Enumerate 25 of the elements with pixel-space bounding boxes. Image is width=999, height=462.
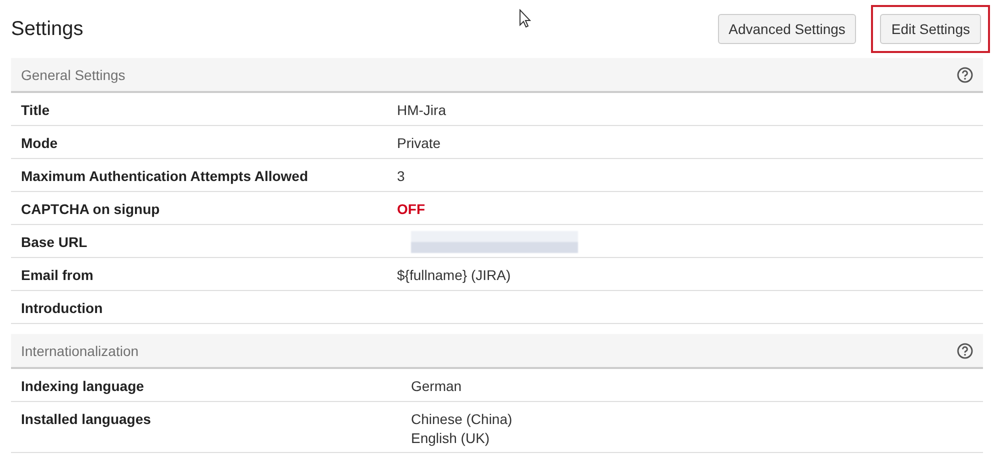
setting-label: Title (21, 102, 51, 118)
setting-value: Private (397, 135, 441, 151)
status-value: OFF (397, 201, 425, 217)
section-title: Internationalization (21, 342, 139, 358)
setting-value: ${fullname} (JIRA) (397, 267, 511, 283)
page-title: Settings (11, 18, 84, 40)
setting-label: CAPTCHA on signup (21, 201, 161, 217)
setting-label: Indexing language (21, 378, 145, 394)
setting-label: Mode (21, 135, 59, 151)
language-item: Chinese (China) (411, 411, 514, 427)
language-item: English (UK) (411, 430, 491, 446)
setting-value: HM-Jira (397, 102, 446, 118)
cursor-icon (519, 9, 531, 28)
setting-value: German (410, 378, 462, 394)
settings-button[interactable]: Edit Settings (880, 14, 981, 44)
setting-label: Installed languages (21, 411, 152, 427)
setting-label: Base URL (21, 234, 88, 250)
settings-button[interactable]: Advanced Settings (718, 14, 856, 44)
section-title: General Settings (21, 66, 126, 82)
setting-label: Email from (21, 267, 94, 283)
setting-label: Maximum Authentication Attempts Allowed (21, 168, 310, 184)
setting-label: Introduction (21, 300, 104, 316)
help-icon[interactable] (957, 342, 973, 358)
setting-value: 3 (397, 168, 405, 184)
help-icon[interactable] (957, 66, 973, 82)
